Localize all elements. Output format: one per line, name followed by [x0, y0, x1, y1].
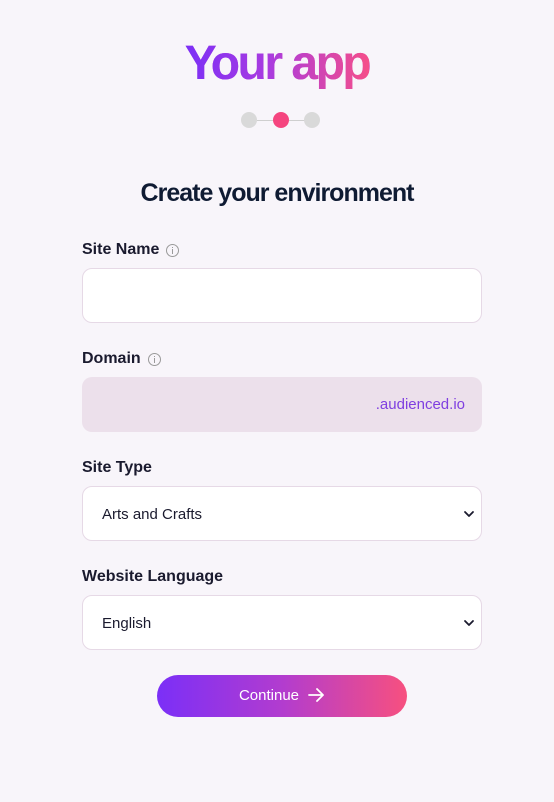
site-type-select[interactable]: Arts and Crafts [82, 486, 482, 541]
domain-suffix: .audienced.io [375, 396, 465, 413]
step-indicator [241, 111, 321, 129]
website-language-label: Website Language [82, 567, 223, 587]
onboarding-page: Your app Create your environment Site Na… [0, 0, 554, 802]
step-connector [289, 119, 305, 121]
continue-label: Continue [238, 687, 300, 705]
domain-label-text: Domain [82, 350, 141, 367]
site-name-label-text: Site Name [82, 241, 160, 258]
domain-input[interactable]: .audienced.io [82, 377, 482, 432]
arrow-right-icon [308, 688, 324, 702]
chevron-down-icon [464, 620, 474, 626]
step-dot-2-active [273, 112, 289, 128]
website-language-selected-value: English [102, 615, 152, 632]
logo-word-app: app [291, 37, 370, 90]
info-icon[interactable] [166, 243, 180, 257]
domain-label: Domain [82, 349, 161, 369]
chevron-down-icon [464, 511, 474, 517]
app-logo: Your app [0, 36, 554, 92]
page-title: Create your environment [140, 179, 415, 207]
site-type-label: Site Type [82, 458, 152, 478]
logo-word-your: Your [184, 37, 281, 90]
step-dot-3 [304, 112, 320, 128]
info-icon[interactable] [147, 352, 161, 366]
site-name-label: Site Name [82, 240, 180, 260]
continue-button[interactable]: Continue [157, 675, 407, 717]
site-type-label-text: Site Type [82, 459, 152, 476]
site-type-selected-value: Arts and Crafts [102, 506, 203, 523]
site-name-input[interactable] [82, 268, 482, 323]
step-dot-1 [241, 112, 257, 128]
website-language-select[interactable]: English [82, 595, 482, 650]
website-language-label-text: Website Language [82, 568, 224, 585]
